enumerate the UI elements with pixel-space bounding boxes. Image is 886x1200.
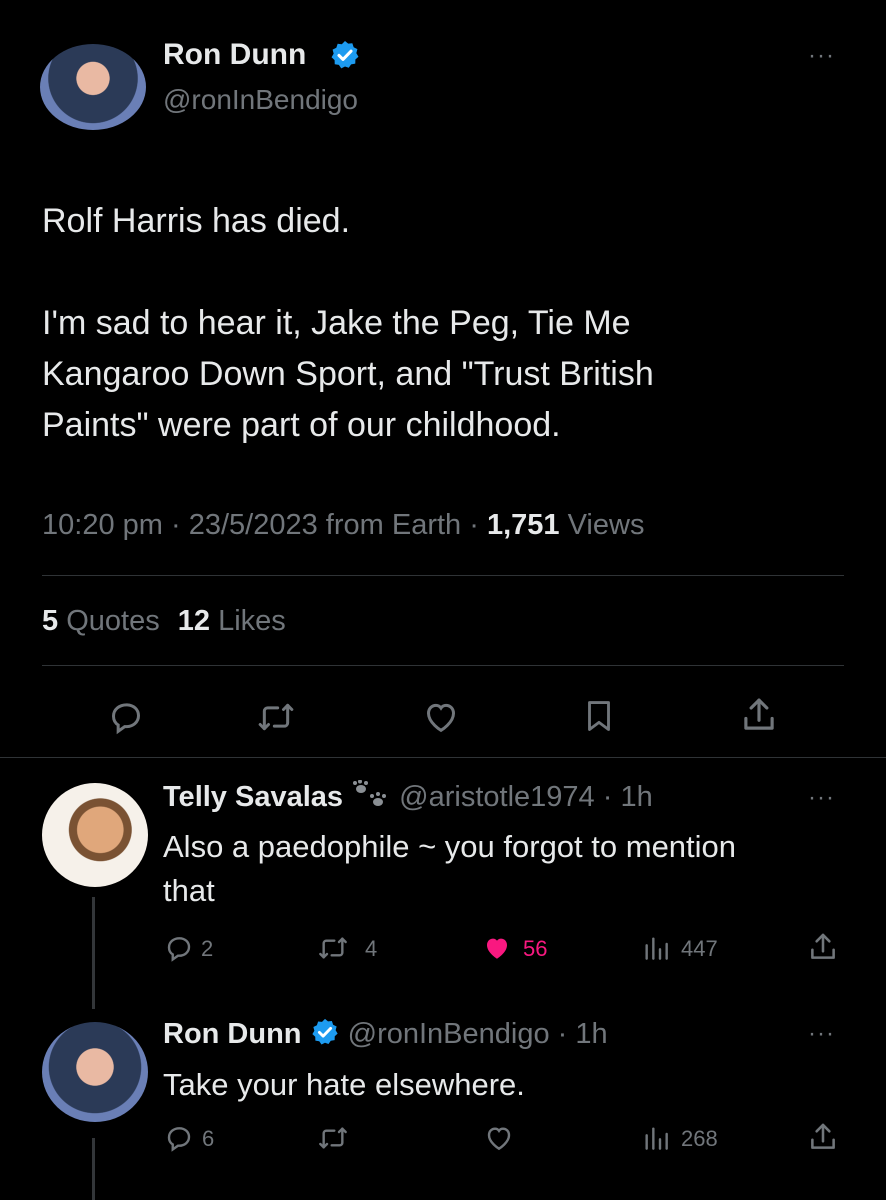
paw-prints-icon bbox=[351, 779, 391, 808]
share-icon[interactable] bbox=[806, 1120, 840, 1154]
tweet-text-line: Kangaroo Down Sport, and "Trust British bbox=[42, 355, 654, 393]
views-label: Views bbox=[567, 509, 645, 541]
quotes-label: Quotes bbox=[66, 605, 160, 637]
verified-badge-icon bbox=[310, 1017, 340, 1045]
reply-text: Take your hate elsewhere. bbox=[163, 1067, 525, 1102]
reply-count: 6 bbox=[202, 1126, 215, 1151]
likes-label: Likes bbox=[218, 605, 286, 637]
reply-icon[interactable] bbox=[163, 1122, 195, 1154]
likes-count: 12 bbox=[177, 605, 211, 637]
reply-header: Telly Savalas @aristotle1974 · 1h bbox=[163, 779, 653, 814]
author-handle[interactable]: @ronInBendigo bbox=[163, 84, 358, 116]
retweet-icon[interactable] bbox=[255, 697, 297, 737]
tweet-date-source[interactable]: 23/5/2023 from Earth bbox=[189, 509, 461, 541]
reply-handle-time[interactable]: @ronInBendigo · 1h bbox=[348, 1018, 608, 1050]
thread-connector bbox=[92, 1138, 95, 1200]
retweet-icon[interactable] bbox=[316, 1122, 350, 1154]
engagement-stats: 5 Quotes 12 Likes bbox=[42, 605, 286, 638]
tweet-time[interactable]: 10:20 pm bbox=[42, 509, 163, 541]
reply-count: 2 bbox=[201, 936, 214, 961]
share-icon[interactable] bbox=[738, 694, 780, 736]
reply-text-line: Also a paedophile ~ you forgot to mentio… bbox=[163, 829, 737, 864]
tweet-text-line: Rolf Harris has died. bbox=[42, 202, 351, 240]
thread-connector bbox=[92, 897, 95, 1009]
reply-icon[interactable] bbox=[106, 697, 146, 737]
reply-icon[interactable] bbox=[163, 932, 195, 964]
author-name[interactable]: Ron Dunn bbox=[163, 38, 306, 72]
tweet-text-line: Paints" were part of our childhood. bbox=[42, 406, 561, 444]
views-icon[interactable] bbox=[640, 1122, 672, 1154]
like-count: 56 bbox=[523, 936, 548, 961]
views-count: 447 bbox=[681, 936, 718, 961]
views-count: 268 bbox=[681, 1126, 718, 1151]
more-options-icon[interactable]: ··· bbox=[808, 784, 835, 812]
like-icon-filled[interactable] bbox=[480, 932, 514, 964]
reply-avatar[interactable] bbox=[42, 783, 148, 887]
reply-avatar[interactable] bbox=[42, 1022, 148, 1122]
reply-author-name[interactable]: Ron Dunn bbox=[163, 1018, 302, 1050]
tweet-text-line: I'm sad to hear it, Jake the Peg, Tie Me bbox=[42, 304, 631, 342]
likes-stat[interactable]: 12 Likes bbox=[178, 605, 286, 637]
views-icon[interactable] bbox=[640, 932, 672, 964]
retweet-count: 4 bbox=[365, 936, 378, 961]
reply-text: Also a paedophile ~ you forgot to mentio… bbox=[163, 825, 736, 913]
reply-text-line: that bbox=[163, 873, 215, 908]
divider bbox=[42, 575, 844, 576]
reply-handle-time[interactable]: @aristotle1974 · 1h bbox=[399, 781, 653, 813]
reply-header: Ron Dunn @ronInBendigo · 1h bbox=[163, 1017, 608, 1051]
meta-separator: · bbox=[469, 509, 479, 541]
author-avatar[interactable] bbox=[40, 44, 146, 130]
tweet-text: Rolf Harris has died. I'm sad to hear it… bbox=[42, 196, 654, 451]
retweet-icon[interactable] bbox=[316, 932, 350, 964]
quotes-count: 5 bbox=[42, 605, 59, 637]
quotes-stat[interactable]: 5 Quotes bbox=[42, 605, 168, 637]
tweet-meta: 10:20 pm · 23/5/2023 from Earth · 1,751 … bbox=[42, 509, 644, 542]
like-icon[interactable] bbox=[421, 697, 461, 737]
reply-author-name[interactable]: Telly Savalas bbox=[163, 781, 343, 813]
bookmark-icon[interactable] bbox=[580, 695, 618, 737]
more-options-icon[interactable]: ··· bbox=[808, 42, 835, 70]
divider bbox=[0, 757, 886, 758]
views-count: 1,751 bbox=[486, 509, 560, 541]
meta-separator: · bbox=[170, 509, 181, 541]
like-icon[interactable] bbox=[482, 1122, 516, 1154]
verified-badge-icon bbox=[329, 39, 361, 71]
divider bbox=[42, 665, 844, 666]
share-icon[interactable] bbox=[806, 930, 840, 964]
more-options-icon[interactable]: ··· bbox=[808, 1020, 835, 1048]
